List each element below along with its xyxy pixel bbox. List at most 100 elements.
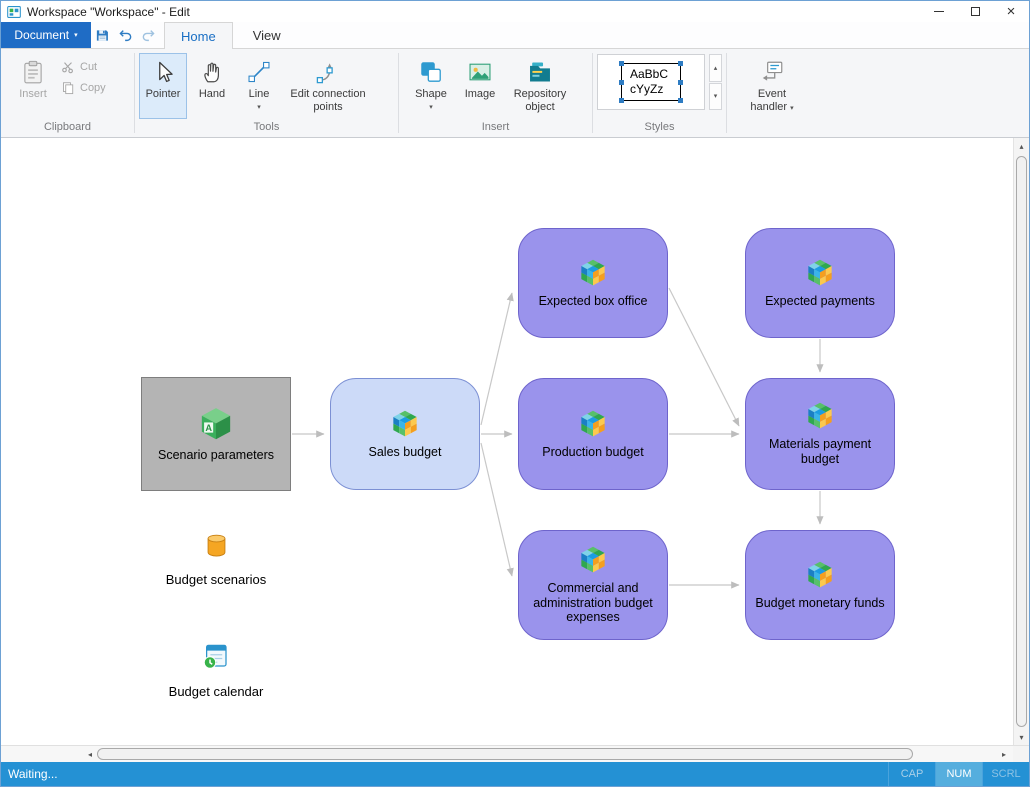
style-gallery[interactable]: AaBbC cYyZz — [597, 54, 705, 110]
num-lock-indicator: NUM — [935, 762, 982, 786]
ribbon-group-event-handler: Event handler ▾ — [727, 49, 817, 137]
undo-icon — [118, 28, 133, 43]
node-label: Production budget — [542, 445, 643, 460]
chevron-down-icon: ▾ — [257, 104, 261, 111]
caps-lock-indicator: CAP — [888, 762, 935, 786]
ribbon-tab-row: Document ▾ Home View — [1, 22, 1029, 48]
vertical-scrollbar[interactable]: ▴ ▾ — [1013, 138, 1029, 745]
tab-view[interactable]: View — [237, 22, 297, 48]
chevron-down-icon: ▾ — [74, 32, 78, 39]
item-budget-scenarios[interactable]: Budget scenarios — [141, 532, 291, 587]
scroll-right-button[interactable]: ▸ — [997, 746, 1011, 762]
vertical-scrollbar-thumb[interactable] — [1016, 156, 1027, 727]
selection-handle — [678, 61, 683, 66]
style-preview-line2: cYyZz — [630, 82, 668, 97]
group-label-event-handler — [727, 121, 817, 137]
group-label-insert: Insert — [399, 121, 592, 137]
status-bar: Waiting... CAP NUM SCRL — [1, 762, 1029, 786]
node-label: Expected payments — [765, 294, 875, 309]
hand-tool-button[interactable]: Hand — [189, 53, 235, 119]
node-budget-monetary-funds[interactable]: Budget monetary funds — [745, 530, 895, 640]
hand-icon — [199, 59, 225, 85]
scissors-icon — [61, 60, 75, 74]
cube-icon — [806, 401, 834, 429]
edit-connection-points-label: Edit connection points — [284, 88, 372, 113]
shape-button-label: Shape — [415, 88, 447, 101]
node-scenario-parameters[interactable]: Scenario parameters — [141, 377, 291, 491]
title-bar: Workspace "Workspace" - Edit × — [1, 1, 1029, 22]
node-commercial-administration-budget-expenses[interactable]: Commercial and administration budget exp… — [518, 530, 668, 640]
cut-button[interactable]: Cut — [61, 60, 106, 74]
ribbon-group-clipboard: Insert Cut Copy Clipboard — [1, 49, 134, 137]
node-label: Budget monetary funds — [755, 596, 884, 611]
group-label-tools: Tools — [135, 121, 398, 137]
cube-icon — [806, 258, 834, 286]
redo-icon — [141, 28, 156, 43]
close-button[interactable]: × — [993, 1, 1029, 22]
copy-icon — [61, 81, 75, 95]
chevron-down-icon: ▾ — [790, 105, 794, 112]
line-icon — [246, 59, 272, 85]
node-expected-box-office[interactable]: Expected box office — [518, 228, 668, 338]
document-menu-label: Document — [14, 28, 69, 42]
repository-object-button[interactable]: Repository object — [505, 53, 575, 119]
style-preview-selected[interactable]: AaBbC cYyZz — [621, 63, 681, 101]
event-handler-button[interactable]: Event handler ▾ — [740, 53, 804, 119]
node-materials-payment-budget[interactable]: Materials payment budget — [745, 378, 895, 490]
horizontal-scrollbar[interactable]: ◂ ▸ — [1, 745, 1029, 762]
selection-handle — [619, 61, 624, 66]
diagram-canvas[interactable]: Scenario parameters Sales budget Expecte… — [1, 138, 1029, 745]
edit-connection-points-button[interactable]: Edit connection points — [283, 53, 373, 119]
document-menu-button[interactable]: Document ▾ — [1, 22, 91, 48]
clipboard-icon — [20, 59, 46, 85]
node-label: Sales budget — [369, 445, 442, 460]
tab-home[interactable]: Home — [164, 22, 233, 49]
window-title: Workspace "Workspace" - Edit — [27, 5, 190, 19]
save-button[interactable] — [91, 22, 114, 48]
ribbon-group-tools: Pointer Hand Line ▾ Edit connection poin… — [135, 49, 398, 137]
item-budget-calendar[interactable]: Budget calendar — [141, 641, 291, 699]
maximize-button[interactable] — [957, 1, 993, 22]
node-sales-budget[interactable]: Sales budget — [330, 378, 480, 490]
shape-button[interactable]: Shape ▾ — [407, 53, 455, 119]
copy-button-label: Copy — [80, 82, 106, 94]
style-gallery-up-button[interactable]: ▴ — [709, 54, 722, 82]
cube-icon — [806, 560, 834, 588]
ribbon: Insert Cut Copy Clipboard — [1, 48, 1029, 138]
group-label-styles: Styles — [593, 121, 726, 137]
pointer-tool-button[interactable]: Pointer — [139, 53, 187, 119]
scroll-down-button[interactable]: ▾ — [1014, 729, 1029, 745]
undo-button[interactable] — [114, 22, 137, 48]
cube-icon — [579, 409, 607, 437]
style-preview-line1: AaBbC — [630, 67, 668, 82]
calendar-icon — [201, 641, 231, 671]
image-button-label: Image — [465, 88, 496, 101]
app-window: Workspace "Workspace" - Edit × Document … — [0, 0, 1030, 787]
insert-button-label: Insert — [19, 88, 47, 101]
pointer-icon — [150, 59, 176, 85]
cube-icon — [579, 258, 607, 286]
minimize-button[interactable] — [921, 1, 957, 22]
selection-handle — [678, 98, 683, 103]
node-label: Materials payment budget — [751, 437, 889, 467]
node-label: Expected box office — [539, 294, 648, 309]
scroll-left-button[interactable]: ◂ — [83, 746, 97, 762]
node-production-budget[interactable]: Production budget — [518, 378, 668, 490]
style-gallery-down-button[interactable]: ▾ — [709, 83, 722, 111]
item-label: Budget calendar — [169, 684, 264, 699]
repository-icon — [527, 59, 553, 85]
line-tool-button[interactable]: Line ▾ — [237, 53, 281, 119]
horizontal-scrollbar-thumb[interactable] — [97, 748, 913, 760]
cube-icon — [391, 409, 419, 437]
hand-tool-label: Hand — [199, 88, 225, 101]
node-label: Commercial and administration budget exp… — [524, 581, 662, 625]
scroll-up-button[interactable]: ▴ — [1014, 138, 1029, 154]
repository-object-label: Repository object — [506, 88, 574, 113]
redo-button[interactable] — [137, 22, 160, 48]
maximize-icon — [971, 7, 980, 16]
image-button[interactable]: Image — [457, 53, 503, 119]
insert-paste-button[interactable]: Insert — [9, 53, 57, 119]
scroll-lock-indicator: SCRL — [982, 762, 1029, 786]
node-expected-payments[interactable]: Expected payments — [745, 228, 895, 338]
copy-button[interactable]: Copy — [61, 81, 106, 95]
